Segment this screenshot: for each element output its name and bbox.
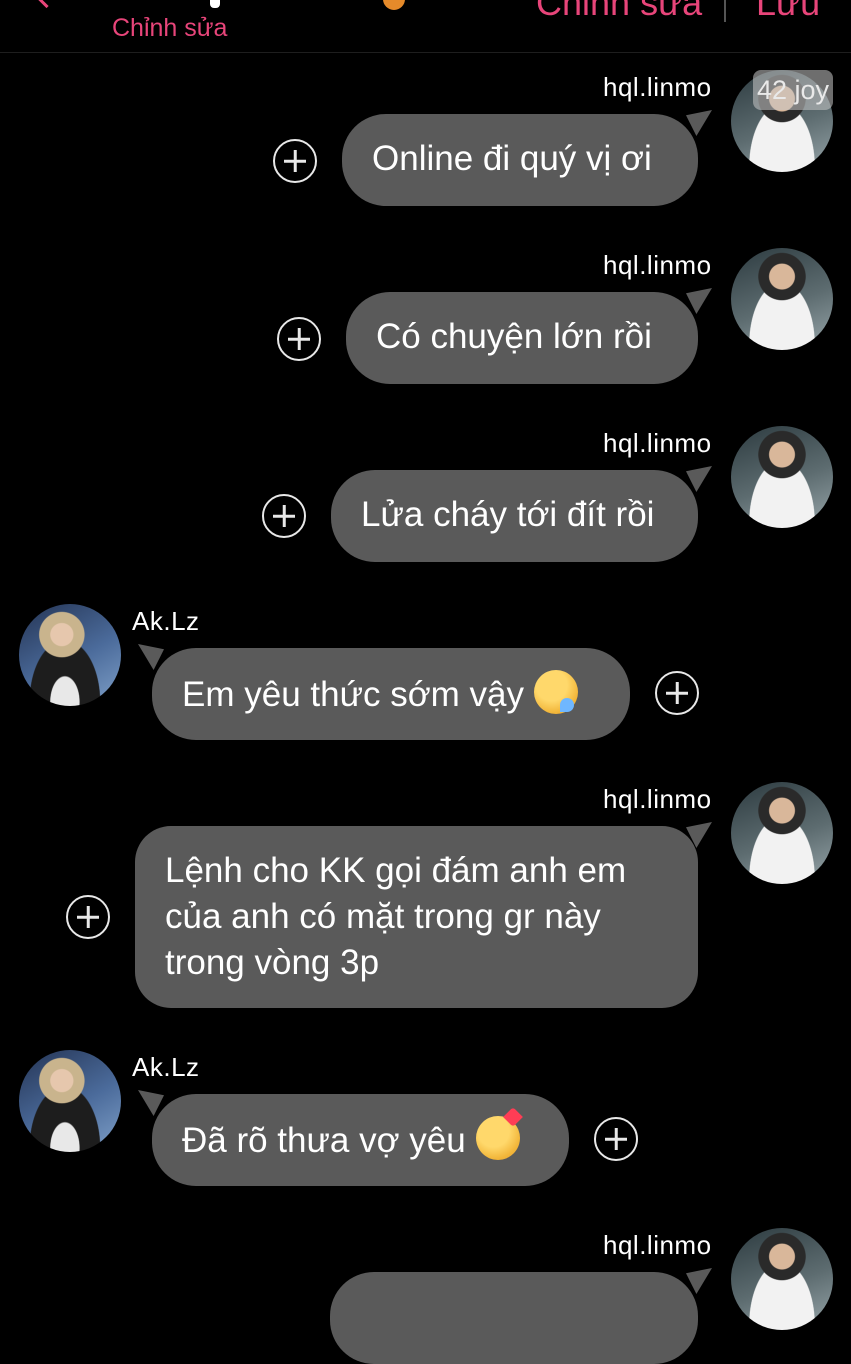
- sleepy-face-emoji-icon: [534, 670, 579, 714]
- avatar[interactable]: [19, 604, 121, 706]
- bubble-tail: [138, 644, 164, 670]
- header-divider: [724, 0, 726, 22]
- sender-name: hql.linmo: [603, 784, 712, 814]
- sender-name: hql.linmo: [603, 428, 712, 458]
- add-reaction-icon[interactable]: [655, 671, 699, 715]
- bubble-tail: [686, 288, 712, 314]
- message-text: Lệnh cho KK gọi đám anh em của anh có mặ…: [165, 851, 627, 982]
- message-bubble[interactable]: Có chuyện lớn rồi: [346, 288, 712, 384]
- message-text: Đã rõ thưa vợ yêu: [182, 1121, 466, 1160]
- top-bar: Chỉnh sửa Chỉnh sửa Lưu: [0, 0, 851, 53]
- save-button[interactable]: Lưu: [756, 0, 820, 21]
- bubble-tail: [138, 1090, 164, 1116]
- message-bubble[interactable]: Lệnh cho KK gọi đám anh em của anh có mặ…: [135, 822, 712, 1008]
- message-text: Có chuyện lớn rồi: [376, 317, 652, 356]
- avatar[interactable]: [731, 248, 833, 350]
- add-reaction-icon[interactable]: [262, 494, 306, 538]
- header-subtitle: Chỉnh sửa: [112, 14, 228, 42]
- message-bubble[interactable]: Online đi quý vị ơi: [342, 110, 712, 206]
- avatar[interactable]: [731, 1228, 833, 1330]
- avatar[interactable]: [731, 426, 833, 528]
- bubble-tail: [686, 466, 712, 492]
- message-bubble[interactable]: [330, 1268, 712, 1364]
- avatar[interactable]: [19, 1050, 121, 1152]
- sender-name: Ak.Lz: [132, 1052, 200, 1082]
- bubble-tail: [686, 822, 712, 848]
- message-text: Em yêu thức sớm vậy: [182, 675, 525, 714]
- add-reaction-icon[interactable]: [277, 317, 321, 361]
- bubble-tail: [686, 110, 712, 136]
- sender-name: hql.linmo: [603, 250, 712, 280]
- bubble-tail: [686, 1268, 712, 1294]
- add-reaction-icon[interactable]: [594, 1117, 638, 1161]
- avatar-watermark: 42 joy: [753, 70, 833, 110]
- message-bubble[interactable]: Đã rõ thưa vợ yêu: [138, 1090, 569, 1186]
- message-bubble[interactable]: Em yêu thức sớm vậy: [138, 644, 630, 740]
- sender-name: hql.linmo: [603, 72, 712, 102]
- avatar[interactable]: [731, 782, 833, 884]
- message-text: Lửa cháy tới đít rồi: [361, 495, 655, 534]
- add-reaction-icon[interactable]: [273, 139, 317, 183]
- back-chevron-icon[interactable]: [28, 0, 65, 9]
- edit-button[interactable]: Chỉnh sửa: [536, 0, 702, 21]
- smiling-face-with-hearts-emoji-icon: [475, 1116, 520, 1160]
- message-bubble[interactable]: Lửa cháy tới đít rồi: [331, 466, 712, 562]
- title-fragment: [210, 0, 220, 8]
- add-reaction-icon[interactable]: [66, 895, 110, 939]
- status-emoji-icon: [383, 0, 405, 10]
- message-text: Online đi quý vị ơi: [372, 139, 652, 178]
- sender-name: Ak.Lz: [132, 606, 200, 636]
- sender-name: hql.linmo: [603, 1230, 712, 1260]
